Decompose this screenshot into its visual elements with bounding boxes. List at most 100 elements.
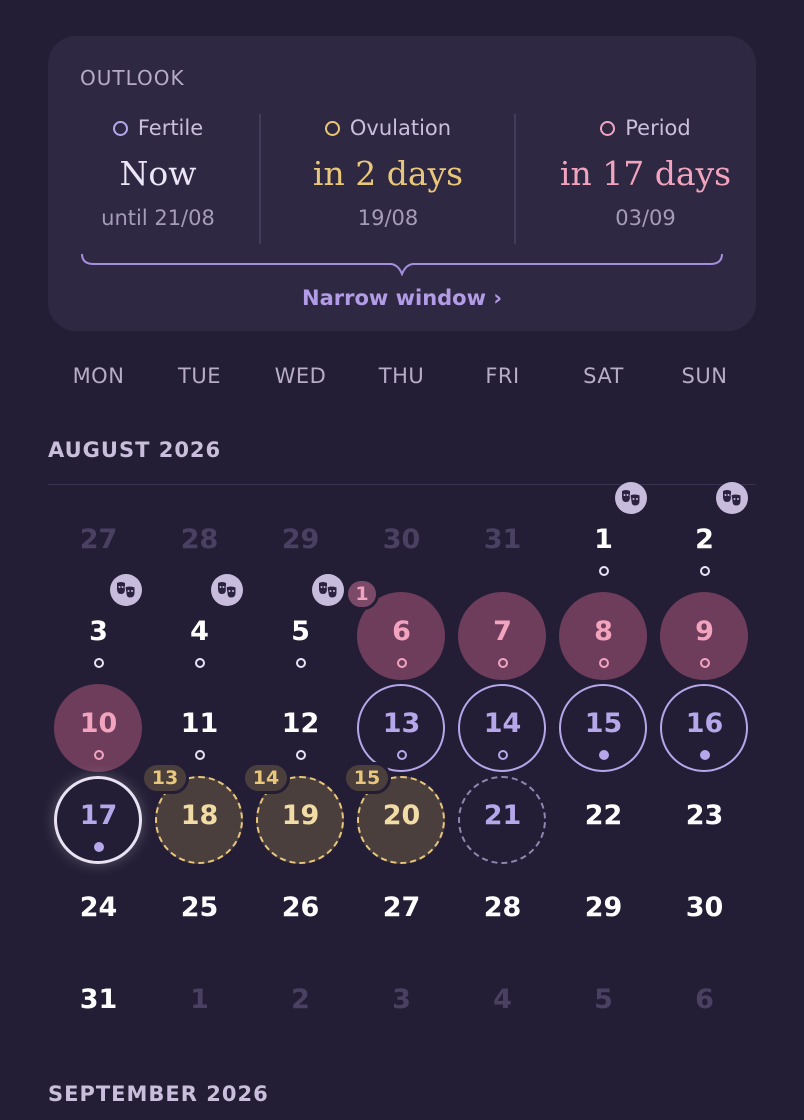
mood-masks-icon bbox=[110, 574, 142, 606]
outlook-card: OUTLOOK Fertile Now until 21/08 Ovulatio… bbox=[48, 36, 756, 331]
day-cell[interactable]: 23 bbox=[654, 774, 755, 866]
day-cell: 2 bbox=[250, 958, 351, 1050]
day-number: 18 bbox=[180, 800, 219, 831]
narrow-window-link[interactable]: Narrow window › bbox=[48, 286, 756, 310]
day-cell[interactable]: 27 bbox=[351, 866, 452, 958]
day-cell[interactable]: 14 bbox=[452, 682, 553, 774]
month-heading-august: AUGUST 2026 bbox=[48, 438, 222, 462]
day-number: 20 bbox=[382, 800, 421, 831]
day-indicator-dot bbox=[498, 750, 508, 760]
day-cell[interactable]: 15 bbox=[553, 682, 654, 774]
mood-masks-icon bbox=[716, 482, 748, 514]
period-column: Period in 17 days 03/09 bbox=[518, 116, 773, 246]
weekday-header: MON TUE WED THU FRI SAT SUN bbox=[48, 364, 756, 394]
day-cell[interactable]: 22 bbox=[553, 774, 654, 866]
cycle-day-badge: 1 bbox=[345, 578, 379, 610]
day-number: 1 bbox=[190, 984, 209, 1015]
day-number: 10 bbox=[79, 708, 118, 739]
day-cell[interactable]: 19 14 bbox=[242, 762, 351, 866]
day-number: 19 bbox=[281, 800, 320, 831]
day-number: 3 bbox=[392, 984, 411, 1015]
weekday-tue: TUE bbox=[178, 364, 221, 388]
mood-masks-icon bbox=[312, 574, 344, 606]
day-cell[interactable]: 4 bbox=[149, 574, 250, 682]
mood-masks-icon bbox=[211, 574, 243, 606]
day-cell[interactable]: 24 bbox=[48, 866, 149, 958]
day-number: 27 bbox=[79, 524, 118, 555]
day-cell[interactable]: 11 bbox=[149, 682, 250, 774]
ovulation-ring-icon bbox=[324, 120, 340, 136]
day-cell[interactable]: 21 bbox=[452, 774, 553, 866]
outlook-title: OUTLOOK bbox=[80, 66, 185, 90]
day-indicator-dot bbox=[195, 658, 205, 668]
day-number: 21 bbox=[483, 800, 522, 831]
day-number: 5 bbox=[594, 984, 613, 1015]
day-cell[interactable]: 20 15 bbox=[343, 762, 452, 866]
day-number: 6 bbox=[392, 616, 411, 647]
day-number: 4 bbox=[493, 984, 512, 1015]
column-divider bbox=[514, 114, 516, 244]
day-number: 14 bbox=[483, 708, 522, 739]
fertile-ring-icon bbox=[112, 120, 128, 136]
day-number: 8 bbox=[594, 616, 613, 647]
month-divider bbox=[48, 484, 756, 485]
day-cell[interactable]: 26 bbox=[250, 866, 351, 958]
day-number: 13 bbox=[382, 708, 421, 739]
weekday-fri: FRI bbox=[485, 364, 520, 388]
day-cell[interactable]: 16 bbox=[654, 682, 755, 774]
day-indicator-dot bbox=[599, 566, 609, 576]
day-indicator-dot bbox=[498, 658, 508, 668]
day-cell[interactable]: 8 bbox=[553, 590, 654, 682]
cycle-day-badge: 15 bbox=[343, 762, 391, 794]
day-cell[interactable]: 25 bbox=[149, 866, 250, 958]
calendar-page: OUTLOOK Fertile Now until 21/08 Ovulatio… bbox=[0, 0, 804, 1120]
day-cell[interactable]: 9 bbox=[654, 590, 755, 682]
day-cell[interactable]: 7 bbox=[452, 590, 553, 682]
period-label: Period bbox=[625, 116, 691, 140]
day-number: 15 bbox=[584, 708, 623, 739]
day-number: 22 bbox=[584, 800, 623, 831]
weekday-sat: SAT bbox=[583, 364, 624, 388]
day-cell[interactable]: 12 bbox=[250, 682, 351, 774]
day-indicator-dot bbox=[700, 658, 710, 668]
day-cell[interactable]: 10 bbox=[48, 682, 149, 774]
day-indicator-dot bbox=[94, 842, 104, 852]
day-cell: 30 bbox=[351, 498, 452, 590]
day-number: 28 bbox=[483, 892, 522, 923]
ovulation-column: Ovulation in 2 days 19/08 bbox=[263, 116, 513, 246]
weekday-mon: MON bbox=[72, 364, 125, 388]
day-number: 28 bbox=[180, 524, 219, 555]
cycle-day-badge: 14 bbox=[242, 762, 290, 794]
day-cell: 31 bbox=[452, 498, 553, 590]
weekday-thu: THU bbox=[378, 364, 425, 388]
day-cell[interactable]: 13 bbox=[351, 682, 452, 774]
day-cell[interactable]: 17 bbox=[48, 774, 149, 866]
day-number: 2 bbox=[291, 984, 310, 1015]
period-ring-icon bbox=[600, 120, 616, 136]
day-cell[interactable]: 30 bbox=[654, 866, 755, 958]
day-cell[interactable]: 28 bbox=[452, 866, 553, 958]
day-cell[interactable]: 2 bbox=[654, 482, 755, 590]
day-number: 4 bbox=[190, 616, 209, 647]
day-cell[interactable]: 61 bbox=[345, 578, 452, 682]
ovulation-sub: 19/08 bbox=[357, 206, 419, 230]
day-cell: 4 bbox=[452, 958, 553, 1050]
ovulation-value: in 2 days bbox=[312, 154, 464, 193]
day-cell[interactable]: 5 bbox=[250, 574, 351, 682]
day-indicator-dot bbox=[397, 658, 407, 668]
day-cell[interactable]: 31 bbox=[48, 958, 149, 1050]
day-number: 17 bbox=[79, 800, 118, 831]
day-indicator-dot bbox=[94, 658, 104, 668]
day-cell[interactable]: 29 bbox=[553, 866, 654, 958]
day-cell[interactable]: 1 bbox=[553, 482, 654, 590]
day-cell: 1 bbox=[149, 958, 250, 1050]
period-sub: 03/09 bbox=[615, 206, 676, 230]
day-number: 9 bbox=[695, 616, 714, 647]
day-cell[interactable]: 3 bbox=[48, 574, 149, 682]
day-number: 26 bbox=[281, 892, 320, 923]
day-number: 29 bbox=[584, 892, 623, 923]
day-cell[interactable]: 18 13 bbox=[141, 762, 250, 866]
fertile-label: Fertile bbox=[137, 116, 204, 140]
day-number: 31 bbox=[483, 524, 522, 555]
day-number: 5 bbox=[291, 616, 310, 647]
